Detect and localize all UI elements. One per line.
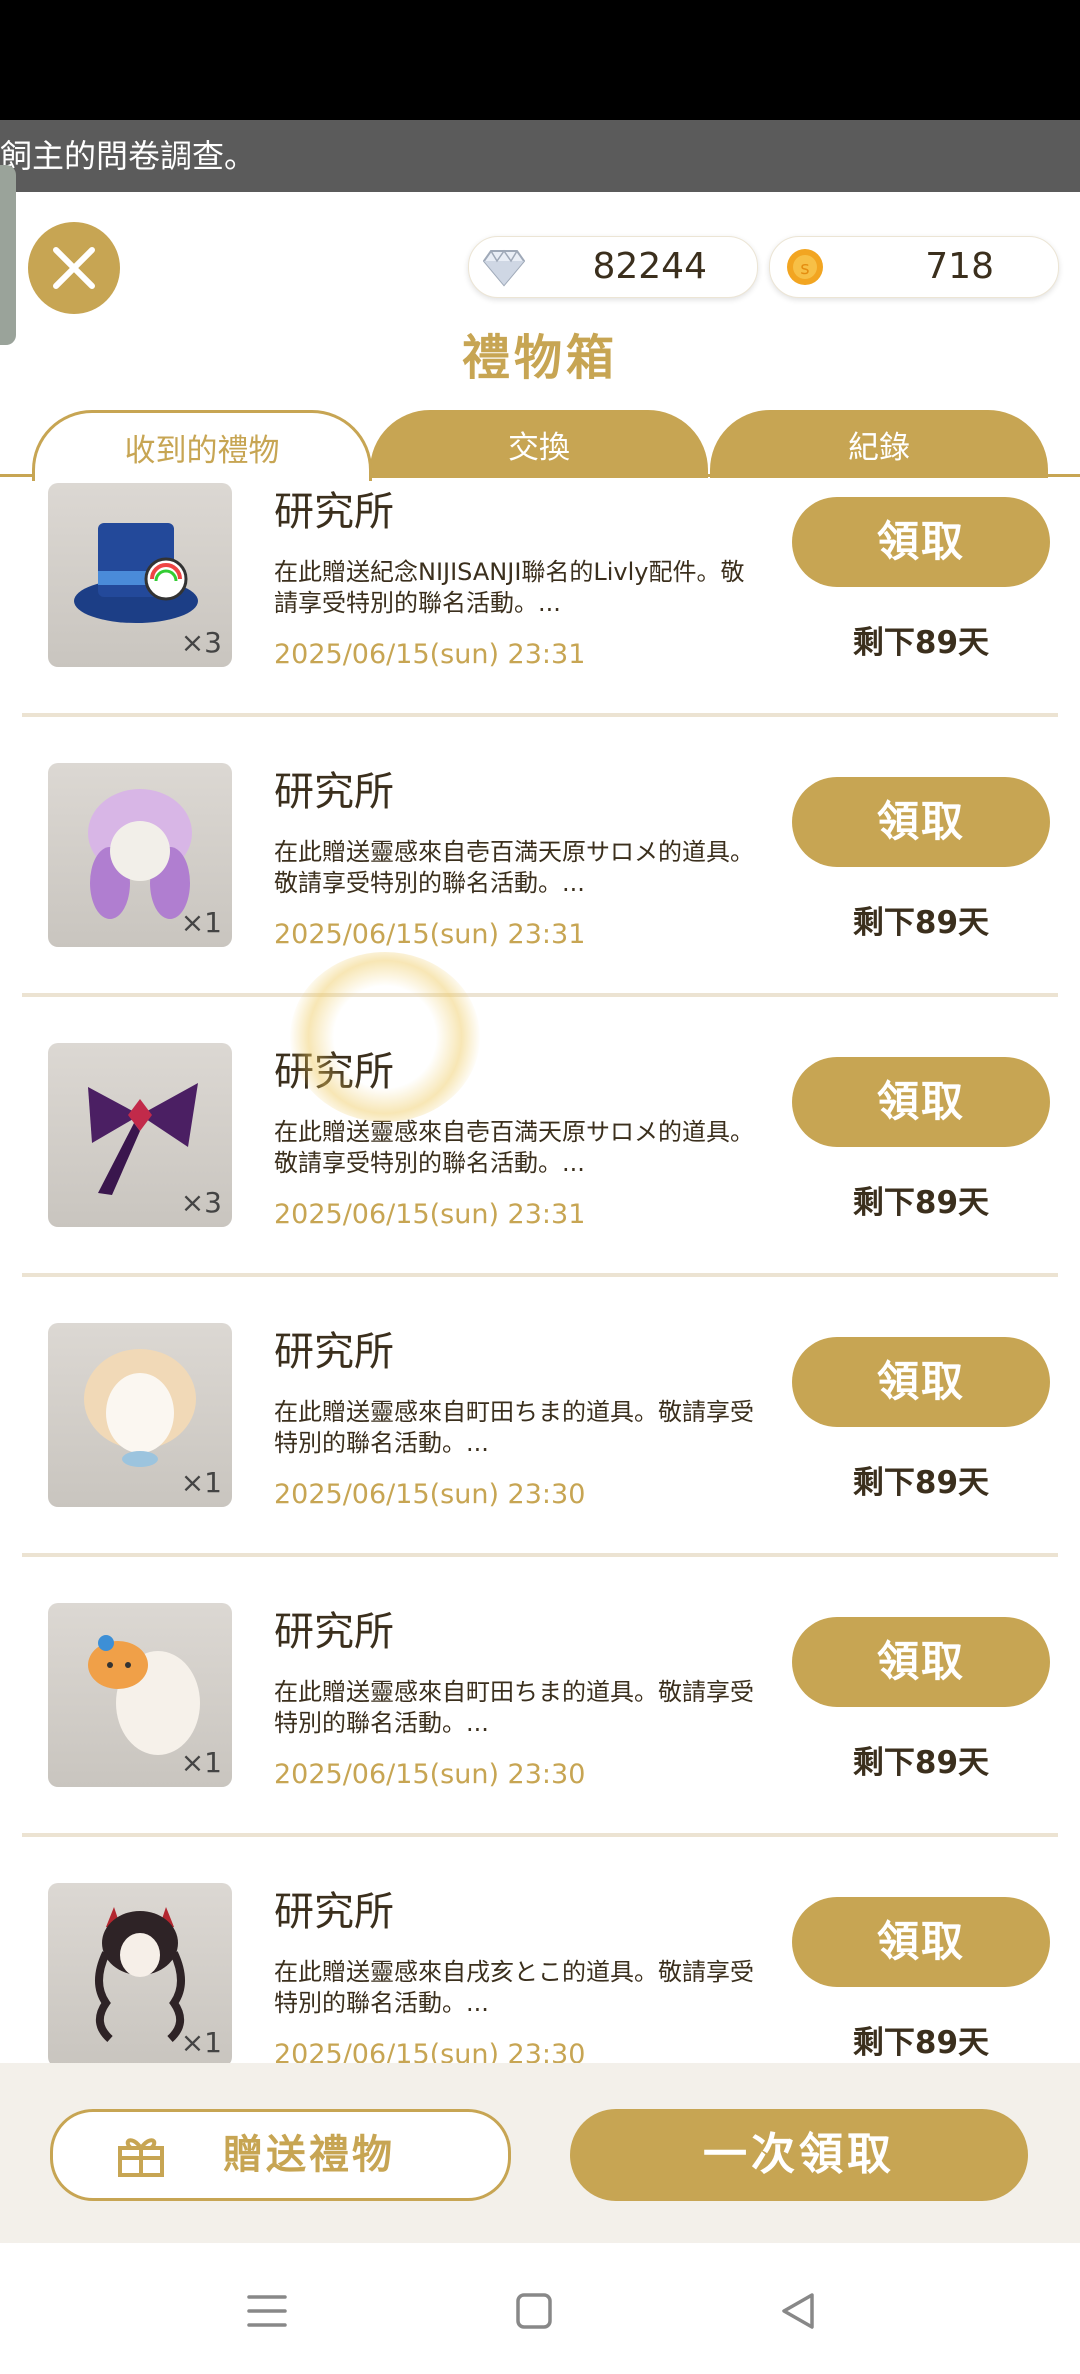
gift-sender: 研究所 <box>274 1889 394 1935</box>
gift-item: ×3 研究所 在此贈送紀念NIJISANJI聯名的Livly配件。敬請享受特別的… <box>0 477 1080 757</box>
gift-thumbnail[interactable]: ×1 <box>48 1603 232 1787</box>
send-gift-label: 贈送禮物 <box>223 2132 395 2178</box>
gift-sender: 研究所 <box>274 1329 394 1375</box>
item-divider <box>22 1833 1058 1837</box>
gift-thumbnail[interactable]: ×1 <box>48 763 232 947</box>
remaining-days: 剩下89天 <box>852 2025 990 2061</box>
gift-date: 2025/06/15(sun) 23:30 <box>274 1479 586 1510</box>
claim-button[interactable]: 領取 <box>792 1337 1050 1427</box>
gift-quantity: ×1 <box>180 2026 222 2059</box>
gift-date: 2025/06/15(sun) 23:31 <box>274 919 586 950</box>
banner-text: 飼主的問卷調查。 <box>0 137 257 175</box>
claim-button[interactable]: 領取 <box>792 777 1050 867</box>
close-icon <box>53 247 95 289</box>
item-divider <box>22 1553 1058 1557</box>
gift-sender: 研究所 <box>274 1049 394 1095</box>
diamond-count: 82244 <box>592 246 707 287</box>
gift-date: 2025/06/15(sun) 23:30 <box>274 2039 586 2063</box>
gift-quantity: ×1 <box>180 1746 222 1779</box>
gift-thumbnail[interactable]: ×3 <box>48 483 232 667</box>
remaining-days: 剩下89天 <box>852 1745 990 1781</box>
tab-exchange[interactable]: 交換 <box>370 410 708 478</box>
item-divider <box>22 993 1058 997</box>
gift-quantity: ×3 <box>180 626 222 659</box>
gift-quantity: ×1 <box>180 1466 222 1499</box>
system-nav-bar <box>0 2243 1080 2374</box>
remaining-days: 剩下89天 <box>852 625 990 661</box>
tab-received-gifts[interactable]: 收到的禮物 <box>32 410 372 481</box>
gift-sender: 研究所 <box>274 769 394 815</box>
gift-item: ×3 研究所 在此贈送靈感來自壱百満天原サロメ的道具。敬請享受特別的聯名活動。.… <box>0 1037 1080 1317</box>
tab-record[interactable]: 紀錄 <box>710 410 1048 478</box>
item-divider <box>22 1273 1058 1277</box>
item-divider <box>22 713 1058 717</box>
active-tab-gap <box>35 474 369 477</box>
bottom-action-bar: 贈送禮物 一次領取 <box>0 2063 1080 2243</box>
claim-button[interactable]: 領取 <box>792 1897 1050 1987</box>
menu-icon[interactable] <box>246 2291 288 2331</box>
remaining-days: 剩下89天 <box>852 1465 990 1501</box>
diamond-icon <box>483 249 525 287</box>
claim-button[interactable]: 領取 <box>792 1617 1050 1707</box>
notification-banner[interactable]: 飼主的問卷調查。 <box>0 120 1080 192</box>
gift-item: ×1 研究所 在此贈送靈感來自町田ちま的道具。敬請享受特別的聯名活動。... 2… <box>0 1317 1080 1597</box>
gift-sender: 研究所 <box>274 489 394 535</box>
gift-thumbnail[interactable]: ×3 <box>48 1043 232 1227</box>
gift-description: 在此贈送靈感來自町田ちま的道具。敬請享受特別的聯名活動。... <box>274 1398 754 1457</box>
remaining-days: 剩下89天 <box>852 905 990 941</box>
gift-date: 2025/06/15(sun) 23:31 <box>274 639 586 670</box>
gift-item: ×1 研究所 在此贈送靈感來自戌亥とこ的道具。敬請享受特別的聯名活動。... 2… <box>0 1877 1080 2063</box>
diamond-balance[interactable]: 82244 <box>468 236 758 298</box>
gift-item: ×1 研究所 在此贈送靈感來自町田ちま的道具。敬請享受特別的聯名活動。... 2… <box>0 1597 1080 1877</box>
gift-description: 在此贈送紀念NIJISANJI聯名的Livly配件。敬請享受特別的聯名活動。..… <box>274 558 745 617</box>
gift-item: ×1 研究所 在此贈送靈感來自壱百満天原サロメ的道具。敬請享受特別的聯名活動。.… <box>0 757 1080 1037</box>
gift-description: 在此贈送靈感來自町田ちま的道具。敬請享受特別的聯名活動。... <box>274 1678 754 1737</box>
tab-bar: 收到的禮物 交換 紀錄 <box>0 410 1080 481</box>
gift-thumbnail[interactable]: ×1 <box>48 1883 232 2063</box>
gift-list[interactable]: ×3 研究所 在此贈送紀念NIJISANJI聯名的Livly配件。敬請享受特別的… <box>0 477 1080 2063</box>
gift-thumbnail[interactable]: ×1 <box>48 1323 232 1507</box>
page-title: 禮物箱 <box>461 330 618 386</box>
back-icon[interactable] <box>778 2291 818 2331</box>
gift-quantity: ×1 <box>180 906 222 939</box>
status-bar <box>0 0 1080 120</box>
gift-icon <box>118 2138 164 2177</box>
coin-count: 718 <box>925 246 994 287</box>
svg-text:s: s <box>800 258 809 279</box>
gift-quantity: ×3 <box>180 1186 222 1219</box>
claim-all-button[interactable]: 一次領取 <box>570 2109 1028 2201</box>
close-button[interactable] <box>28 222 120 314</box>
gift-description: 在此贈送靈感來自壱百満天原サロメ的道具。敬請享受特別的聯名活動。... <box>274 1118 754 1177</box>
coin-icon: s <box>787 249 823 285</box>
remaining-days: 剩下89天 <box>852 1185 990 1221</box>
gift-description: 在此贈送靈感來自戌亥とこ的道具。敬請享受特別的聯名活動。... <box>274 1958 754 2017</box>
send-gift-button[interactable]: 贈送禮物 <box>50 2109 511 2201</box>
gift-date: 2025/06/15(sun) 23:30 <box>274 1759 586 1790</box>
gift-sender: 研究所 <box>274 1609 394 1655</box>
claim-button[interactable]: 領取 <box>792 497 1050 587</box>
gift-description: 在此贈送靈感來自壱百満天原サロメ的道具。敬請享受特別的聯名活動。... <box>274 838 754 897</box>
coin-balance[interactable]: s 718 <box>769 236 1059 298</box>
home-icon[interactable] <box>514 2291 554 2331</box>
claim-button[interactable]: 領取 <box>792 1057 1050 1147</box>
gift-date: 2025/06/15(sun) 23:31 <box>274 1199 586 1230</box>
